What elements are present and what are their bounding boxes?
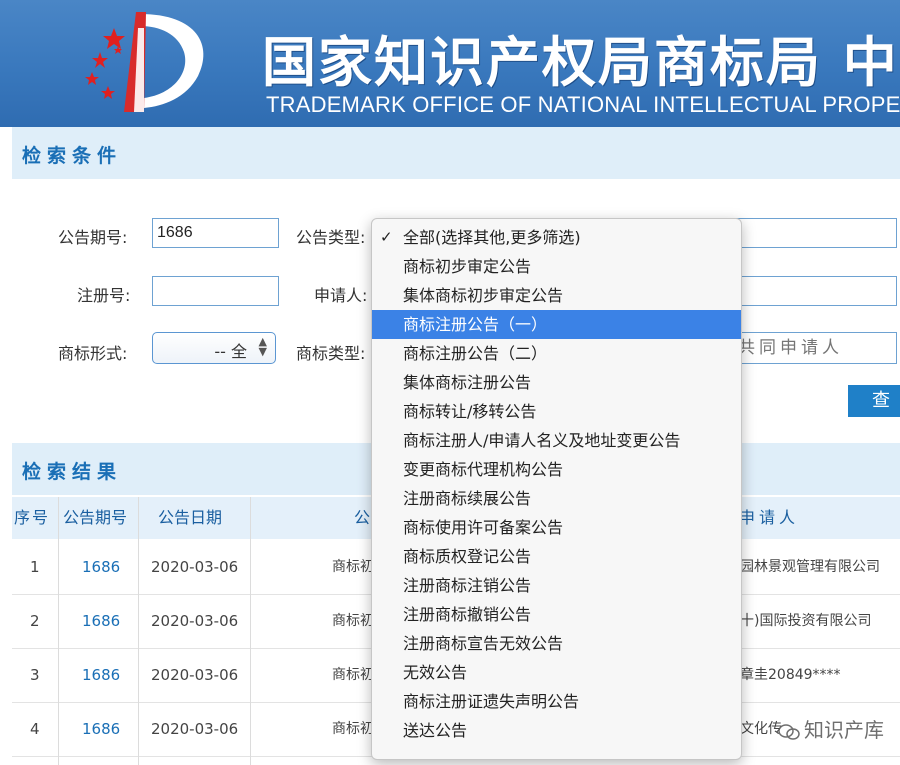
watermark: 知识产库 bbox=[778, 714, 884, 743]
dropdown-option-label: 注册商标宣告无效公告 bbox=[403, 634, 564, 653]
reg-number-label: 注册号: bbox=[77, 286, 131, 305]
dropdown-option[interactable]: 集体商标注册公告 bbox=[372, 368, 741, 397]
row-issue-link[interactable]: 1686 bbox=[82, 540, 120, 594]
dropdown-option[interactable]: 商标转让/移转公告 bbox=[372, 397, 741, 426]
dropdown-option[interactable]: 送达公告 bbox=[372, 716, 741, 745]
applicant-input[interactable] bbox=[733, 276, 897, 306]
notice-type-label: 公告类型: bbox=[296, 228, 366, 247]
row-date: 2020-03-06 bbox=[151, 558, 239, 576]
reg-number-input[interactable] bbox=[152, 276, 279, 306]
row-issue-link[interactable]: 1686 bbox=[82, 648, 120, 702]
row-index: 3 bbox=[30, 666, 40, 684]
row-applicant: 章圭20849**** bbox=[740, 667, 841, 683]
issue-number-label: 公告期号: bbox=[58, 228, 128, 247]
site-header: 国家知识产权局商标局 中 TRADEMARK OFFICE OF NATIONA… bbox=[0, 0, 900, 127]
dropdown-option[interactable]: 注册商标续展公告 bbox=[372, 484, 741, 513]
dropdown-option[interactable]: ✓ 全部(选择其他,更多筛选) bbox=[372, 223, 741, 252]
dropdown-option-label: 商标注册人/申请人名义及地址变更公告 bbox=[403, 431, 681, 450]
dropdown-option-label: 商标注册公告（一） bbox=[403, 315, 548, 334]
co-applicant-input[interactable] bbox=[733, 332, 897, 364]
row-applicant: 十)国际投资有限公司 bbox=[740, 613, 872, 629]
watermark-text: 知识产库 bbox=[804, 718, 884, 742]
checkmark-icon: ✓ bbox=[380, 228, 393, 246]
search-section-bar bbox=[12, 127, 900, 179]
row-date: 2020-03-06 bbox=[151, 666, 239, 684]
dropdown-option[interactable]: 商标初步审定公告 bbox=[372, 252, 741, 281]
row-date: 2020-03-06 bbox=[151, 612, 239, 630]
col-header-index: 序号 bbox=[14, 508, 51, 527]
dropdown-option-label: 注册商标续展公告 bbox=[403, 489, 532, 508]
col-header-applicant: 申请人 bbox=[739, 508, 800, 527]
issue-number-input[interactable] bbox=[152, 218, 279, 248]
row-date: 2020-03-06 bbox=[151, 720, 239, 738]
dropdown-option[interactable]: 商标注册公告（二） bbox=[372, 339, 741, 368]
dropdown-option[interactable]: 注册商标宣告无效公告 bbox=[372, 629, 741, 658]
dropdown-option-label: 商标转让/移转公告 bbox=[403, 402, 537, 421]
notice-type-right-field[interactable] bbox=[733, 218, 897, 248]
dropdown-option[interactable]: 变更商标代理机构公告 bbox=[372, 455, 741, 484]
row-index: 2 bbox=[30, 612, 40, 630]
site-title-en: TRADEMARK OFFICE OF NATIONAL INTELLECTUA… bbox=[266, 92, 900, 117]
mark-form-select[interactable]: -- 全 ▲ ▼ bbox=[152, 332, 276, 364]
dropdown-option-label: 无效公告 bbox=[403, 663, 468, 682]
mark-form-label: 商标形式: bbox=[58, 344, 128, 363]
applicant-label: 申请人: bbox=[314, 286, 368, 305]
dropdown-option[interactable]: 商标注册证遗失声明公告 bbox=[372, 687, 741, 716]
row-issue-link[interactable]: 1686 bbox=[82, 594, 120, 648]
table-divider bbox=[138, 497, 139, 765]
dropdown-option-label: 商标注册公告（二） bbox=[403, 344, 548, 363]
row-applicant: 文化传 bbox=[740, 721, 782, 737]
dropdown-option-label: 全部(选择其他,更多筛选) bbox=[403, 228, 581, 247]
dropdown-option[interactable]: 商标质权登记公告 bbox=[372, 542, 741, 571]
row-type: 商标初 bbox=[332, 559, 374, 575]
mark-form-value: -- 全 bbox=[214, 342, 247, 361]
col-header-type: 公 bbox=[354, 508, 371, 527]
dropdown-option-label: 注册商标注销公告 bbox=[403, 576, 532, 595]
dropdown-option-label: 商标使用许可备案公告 bbox=[403, 518, 564, 537]
table-divider bbox=[58, 497, 59, 765]
search-section-title: 检索条件 bbox=[22, 145, 123, 167]
row-issue-link[interactable]: 1686 bbox=[82, 702, 120, 756]
dropdown-option[interactable]: 商标使用许可备案公告 bbox=[372, 513, 741, 542]
wechat-icon bbox=[778, 723, 800, 740]
row-type: 商标初 bbox=[332, 721, 374, 737]
notice-type-dropdown-menu[interactable]: ✓ 全部(选择其他,更多筛选) 商标初步审定公告 集体商标初步审定公告 商标注册… bbox=[371, 218, 742, 760]
site-title-cn: 国家知识产权局商标局 中 bbox=[262, 30, 899, 94]
dropdown-option[interactable]: 商标注册人/申请人名义及地址变更公告 bbox=[372, 426, 741, 455]
dropdown-option-label: 变更商标代理机构公告 bbox=[403, 460, 564, 479]
row-type: 商标初 bbox=[332, 613, 374, 629]
dropdown-option[interactable]: 注册商标撤销公告 bbox=[372, 600, 741, 629]
select-arrows-icon: ▲ ▼ bbox=[258, 335, 267, 358]
dropdown-option-label: 集体商标注册公告 bbox=[403, 373, 532, 392]
row-type: 商标初 bbox=[332, 667, 374, 683]
table-divider bbox=[250, 497, 251, 765]
row-index: 1 bbox=[30, 558, 40, 576]
dropdown-option-label: 商标初步审定公告 bbox=[403, 257, 532, 276]
dropdown-option[interactable]: 集体商标初步审定公告 bbox=[372, 281, 741, 310]
cnipa-logo-icon bbox=[85, 12, 204, 112]
dropdown-option-highlighted[interactable]: 商标注册公告（一） bbox=[372, 310, 741, 339]
dropdown-option-label: 集体商标初步审定公告 bbox=[403, 286, 564, 305]
dropdown-option-label: 注册商标撤销公告 bbox=[403, 605, 532, 624]
dropdown-option-label: 送达公告 bbox=[403, 721, 468, 740]
row-index: 4 bbox=[30, 720, 40, 738]
row-applicant: 园林景观管理有限公司 bbox=[740, 559, 880, 575]
search-button[interactable]: 查 bbox=[848, 385, 900, 417]
dropdown-option[interactable]: 注册商标注销公告 bbox=[372, 571, 741, 600]
col-header-date: 公告日期 bbox=[158, 508, 223, 527]
dropdown-option-label: 商标注册证遗失声明公告 bbox=[403, 692, 580, 711]
dropdown-option[interactable]: 无效公告 bbox=[372, 658, 741, 687]
mark-type-label: 商标类型: bbox=[296, 344, 366, 363]
results-section-title: 检索结果 bbox=[22, 461, 123, 483]
dropdown-option-label: 商标质权登记公告 bbox=[403, 547, 532, 566]
col-header-issue: 公告期号 bbox=[63, 508, 128, 527]
